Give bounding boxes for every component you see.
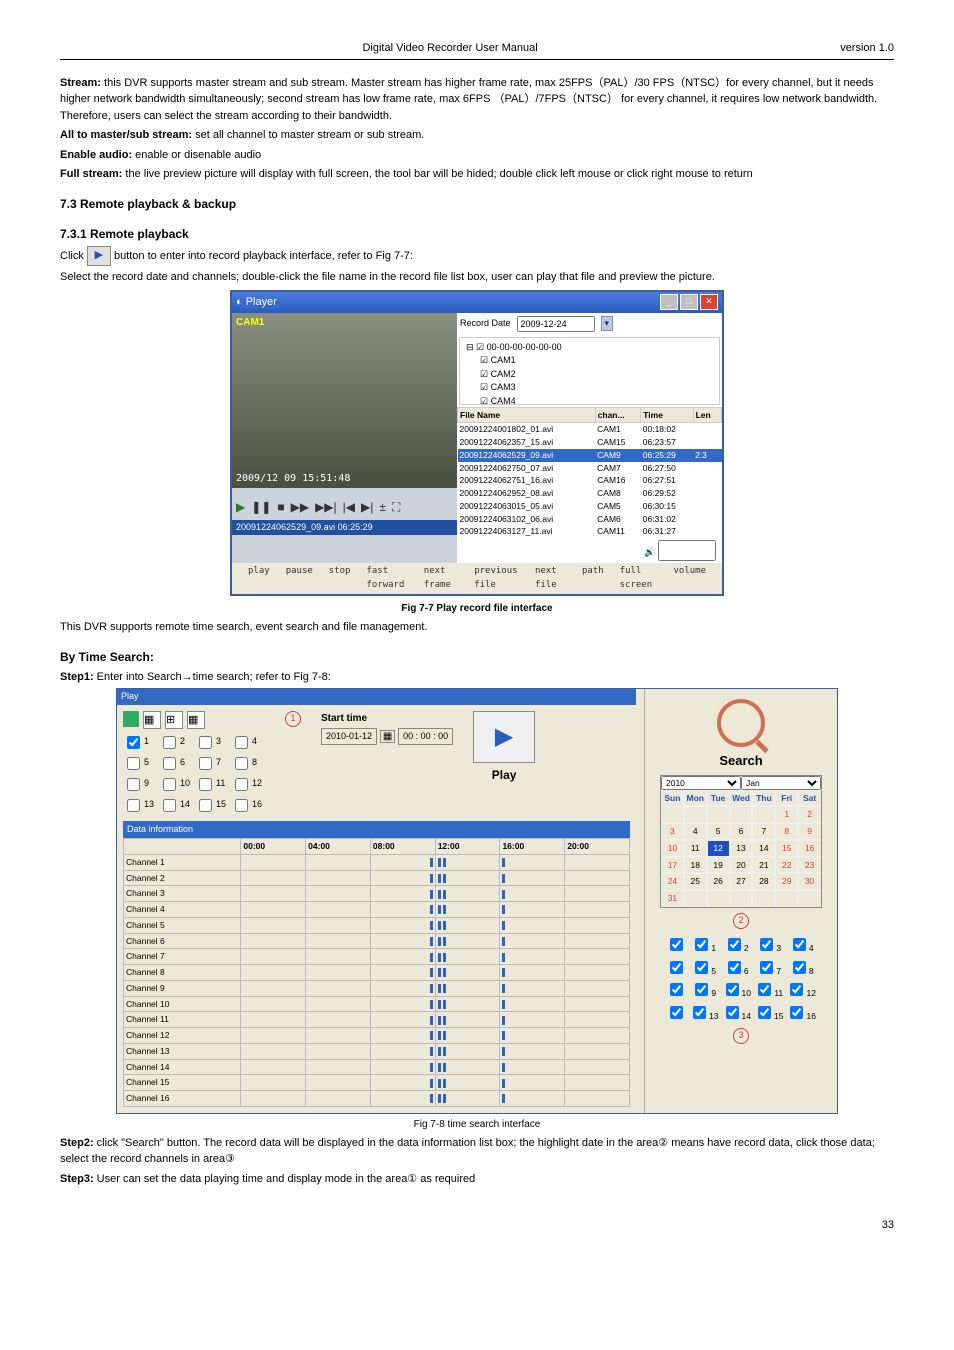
control-labels: playpausestopfast forwardnext frameprevi… — [232, 563, 722, 594]
calendar-icon[interactable]: ▦ — [380, 730, 395, 743]
minimize-icon[interactable]: _ — [660, 294, 678, 310]
table-row: Channel 12 — [124, 1028, 630, 1044]
page-number: 33 — [60, 1217, 894, 1234]
select-line: Select the record date and channels; dou… — [60, 269, 894, 286]
calendar[interactable]: 2010Jan SunMonTueWedThuFriSat 12 3456789… — [660, 775, 822, 908]
table-row: Channel 1 — [124, 854, 630, 870]
start-time[interactable]: 00 : 00 : 00 — [398, 728, 453, 746]
step1: Step1: Enter into Search→time search; re… — [60, 669, 894, 686]
fullscreen-icon[interactable]: ⛶ — [392, 498, 400, 516]
layout1-icon[interactable] — [123, 711, 139, 727]
next-frame-icon[interactable]: ▶▶| — [315, 498, 337, 516]
stop-btn-icon[interactable]: ■ — [277, 498, 284, 516]
layout9-icon[interactable]: ⊞ — [165, 711, 183, 729]
channel-grid[interactable]: 1234 5678 9101112 13141516 — [123, 733, 265, 815]
page-header: Digital Video Recorder User Manual versi… — [60, 40, 894, 60]
section-7-3-1: 7.3.1 Remote playback — [60, 225, 894, 243]
path-icon[interactable]: ± — [379, 498, 386, 516]
search-icon[interactable] — [717, 699, 765, 747]
data-info-table: 00:0004:0008:0012:0016:0020:00 Channel 1… — [123, 838, 630, 1107]
after-77: This DVR supports remote time search, ev… — [60, 619, 894, 636]
status-bar: 20091224062529_09.avi 06:25:29 — [232, 520, 457, 536]
section-7-3: 7.3 Remote playback & backup — [60, 195, 894, 213]
table-row: Channel 11 — [124, 1012, 630, 1028]
player-window: ◐ Player _ □ ✕ CAM1 2009/12 09 15:51:48 … — [230, 290, 724, 596]
table-row: Channel 3 — [124, 886, 630, 902]
play-icon[interactable]: ▶ — [87, 246, 111, 266]
camera-tree[interactable]: ⊟ ☑ 00-00-00-00-00-00 ☑ CAM1 ☑ CAM2 ☑ CA… — [459, 337, 720, 405]
para-full: Full stream: the live preview picture wi… — [60, 166, 894, 183]
data-info-head: Data information — [123, 821, 630, 839]
file-table[interactable]: File Namechan...TimeLen 20091224001802_0… — [457, 407, 722, 539]
table-row: Channel 6 — [124, 933, 630, 949]
para-audio: Enable audio: enable or disenable audio — [60, 147, 894, 164]
marker-2-icon: 2 — [733, 913, 749, 929]
fig-7-8-caption: Fig 7-8 time search interface — [60, 1117, 894, 1132]
pause-btn-icon[interactable]: ❚❚ — [251, 498, 271, 516]
year-select[interactable]: 2010 — [661, 776, 741, 790]
header-version: version 1.0 — [840, 40, 894, 57]
fig-7-7-caption: Fig 7-7 Play record file interface — [60, 601, 894, 616]
table-row: Channel 7 — [124, 949, 630, 965]
maximize-icon[interactable]: □ — [680, 294, 698, 310]
by-time-head: By Time Search: — [60, 648, 894, 666]
table-row: Channel 10 — [124, 996, 630, 1012]
step2: Step2: click "Search" button. The record… — [60, 1135, 894, 1168]
layout4-icon[interactable]: ▦ — [143, 711, 161, 729]
volume-icon[interactable]: 🔊 — [644, 547, 655, 557]
search-label: Search — [651, 751, 831, 771]
record-date-row: Record Date ▾ — [457, 313, 722, 335]
volume-field[interactable] — [658, 540, 716, 561]
playback-controls: ▶ ❚❚ ■ ▶▶ ▶▶| |◀ ▶| ± ⛶ — [232, 494, 457, 520]
layout16-icon[interactable]: ▦ — [187, 711, 205, 729]
table-row: Channel 4 — [124, 902, 630, 918]
play-big-button[interactable]: ▶ — [473, 711, 535, 763]
next-file-icon[interactable]: ▶| — [361, 498, 373, 516]
table-row: Channel 14 — [124, 1059, 630, 1075]
time-search-window: Play ▦ ⊞ ▦ 1234 5678 9101112 13141516 1 … — [116, 688, 838, 1114]
channel-select-right[interactable]: 1234 5678 9101112 13141516 — [651, 935, 831, 1023]
marker-1-icon: 1 — [285, 711, 301, 727]
table-row: Channel 8 — [124, 965, 630, 981]
header-title: Digital Video Recorder User Manual — [60, 40, 840, 57]
table-row: Channel 13 — [124, 1043, 630, 1059]
para-stream: Stream: this DVR supports master stream … — [60, 75, 894, 125]
play-tab[interactable]: Play — [117, 689, 636, 705]
para-master: All to master/sub stream: set all channe… — [60, 127, 894, 144]
table-row: Channel 15 — [124, 1075, 630, 1091]
prev-file-icon[interactable]: |◀ — [343, 498, 355, 516]
click-line: Click ▶ button to enter into record play… — [60, 246, 894, 266]
start-date[interactable]: 2010-01-12 — [321, 728, 377, 746]
marker-3-icon: 3 — [733, 1028, 749, 1044]
dropdown-icon[interactable]: ▾ — [601, 316, 614, 332]
player-titlebar: ◐ Player _ □ ✕ — [232, 292, 722, 313]
close-icon[interactable]: ✕ — [700, 294, 718, 310]
play-btn-icon[interactable]: ▶ — [236, 498, 245, 516]
video-preview: CAM1 2009/12 09 15:51:48 — [232, 313, 457, 488]
table-row: Channel 16 — [124, 1091, 630, 1107]
month-select[interactable]: Jan — [741, 776, 821, 790]
table-row: Channel 5 — [124, 917, 630, 933]
record-date-input[interactable] — [517, 316, 595, 332]
table-row: Channel 9 — [124, 980, 630, 996]
table-row: Channel 2 — [124, 870, 630, 886]
ff-btn-icon[interactable]: ▶▶ — [291, 498, 309, 516]
titlebar-icon: ◐ — [236, 294, 243, 311]
step3: Step3: User can set the data playing tim… — [60, 1171, 894, 1188]
